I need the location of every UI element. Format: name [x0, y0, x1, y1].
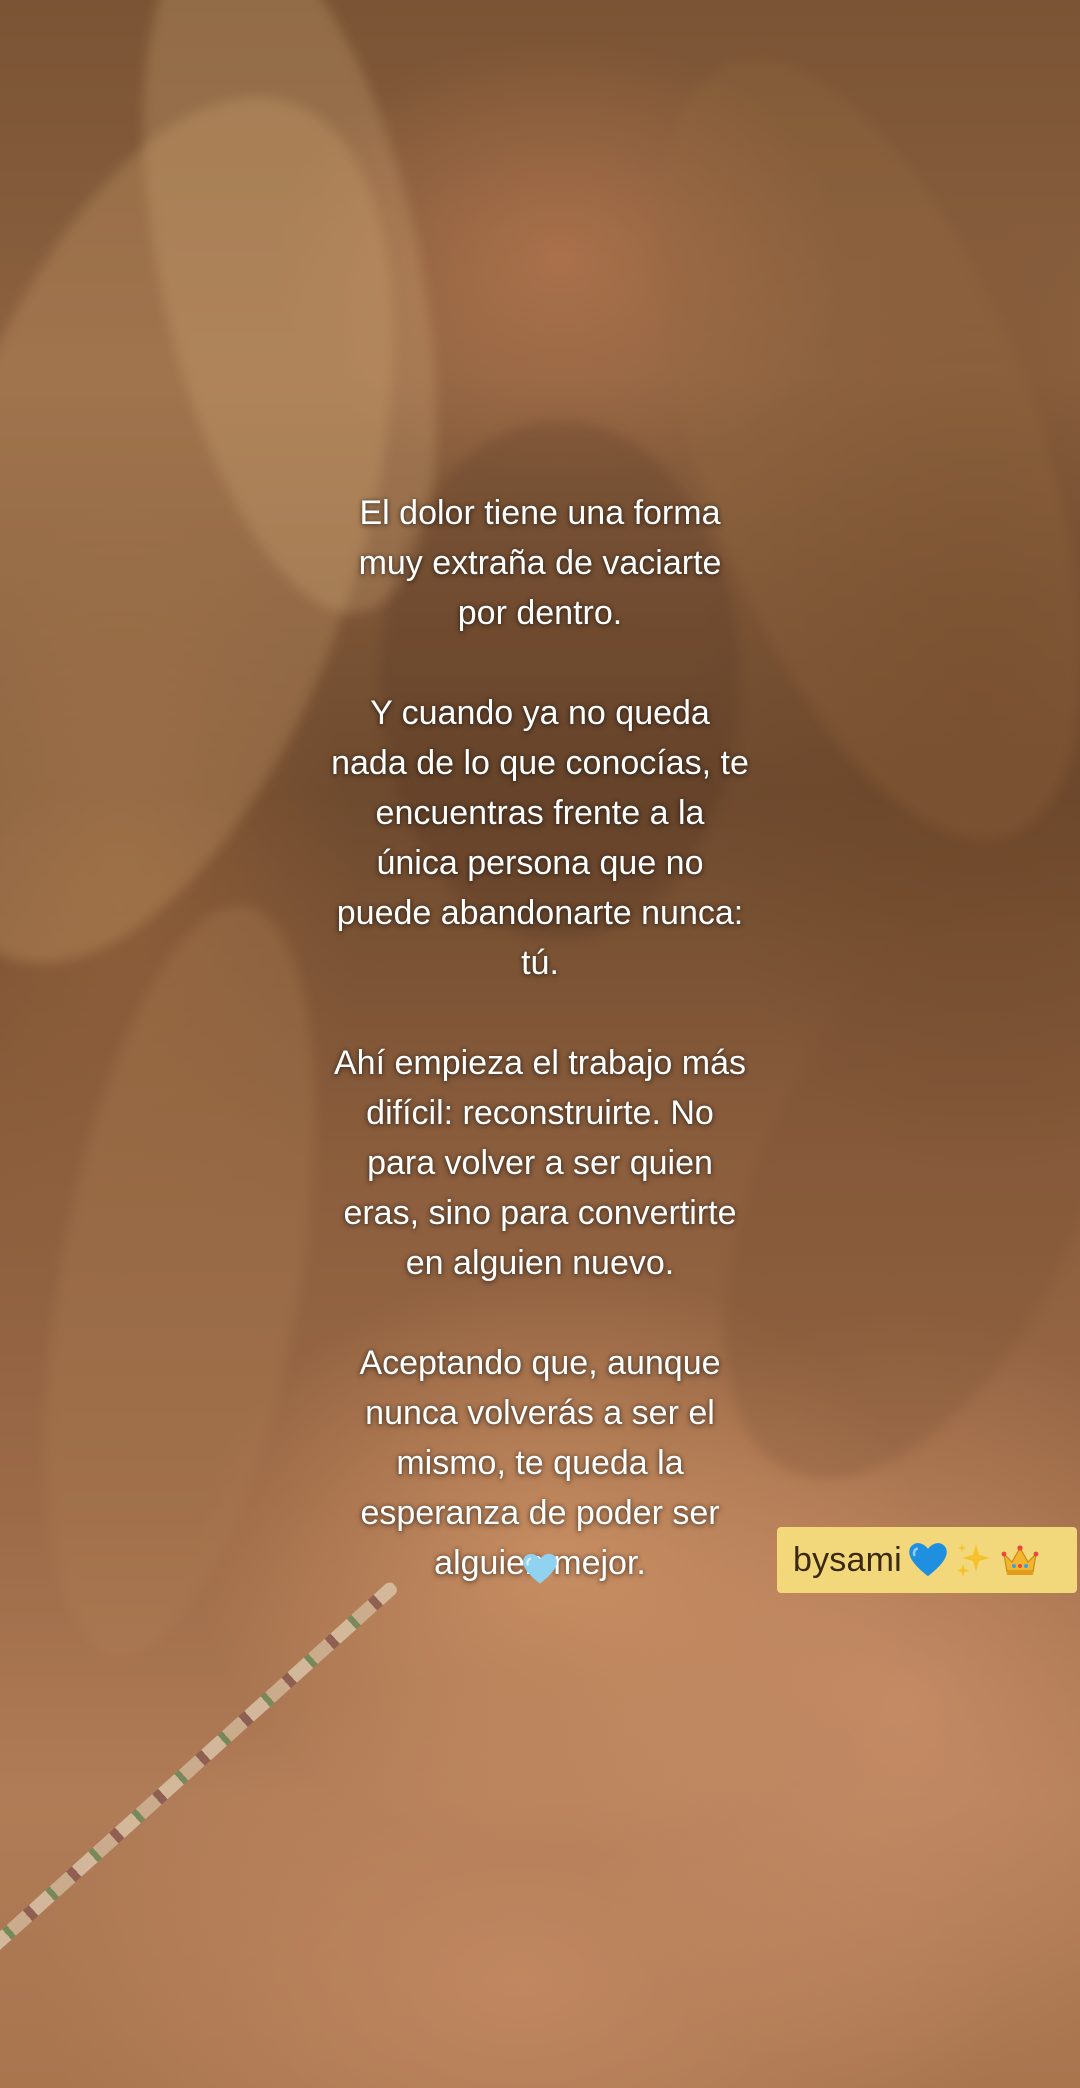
crown-icon: [1001, 1545, 1039, 1575]
sparkles-icon: [956, 1544, 990, 1577]
quote-caption: El dolor tiene una forma muy extraña de …: [331, 494, 749, 1582]
light-blue-heart-icon: [523, 1553, 557, 1584]
blue-heart-icon: [909, 1543, 947, 1577]
photo-background: El dolor tiene una forma muy extraña de …: [0, 0, 1080, 2088]
dress-strap: [0, 1580, 400, 2088]
username-label: bysami: [793, 1540, 902, 1579]
username-tag: bysami: [777, 1527, 1077, 1593]
